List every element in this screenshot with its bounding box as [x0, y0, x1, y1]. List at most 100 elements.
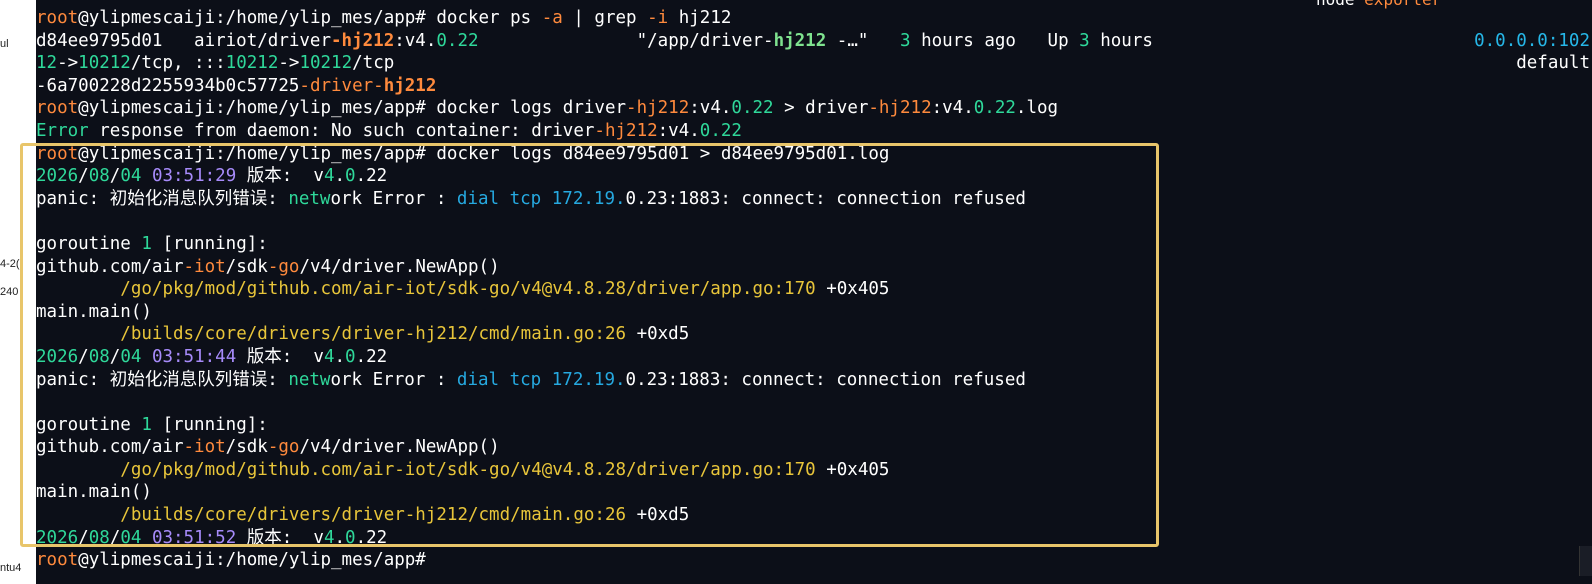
scrollbar[interactable]: [1579, 546, 1592, 576]
line-segment: :v4.: [394, 30, 437, 51]
terminal-line: goroutine 1 [running]:: [36, 414, 1592, 437]
line-segment: ork Error :: [330, 188, 457, 209]
terminal-line: github.com/air-iot/sdk-go/v4/driver.NewA…: [36, 256, 1592, 279]
line-segment: -iot: [183, 256, 226, 277]
line-segment: -iot: [183, 437, 226, 458]
line-segment: +0xd5: [626, 324, 690, 345]
line-segment: 版本: v: [236, 166, 324, 187]
line-segment: .log: [1015, 98, 1059, 119]
line-segment: [running]:: [151, 414, 268, 435]
background-window-strip: ul 4-2( 240 ntu4: [0, 0, 36, 584]
line-segment: [141, 528, 152, 548]
line-segment: /v4/driver.NewApp(): [299, 437, 500, 458]
line-segment: 03:51:52: [151, 527, 237, 548]
line-segment: /: [78, 527, 89, 548]
line-segment: 0.0.0.0:102: [1474, 30, 1590, 51]
line-segment: hj212: [383, 75, 437, 96]
terminal-line: 2026/08/04 03:51:44 版本: v4.0.22: [36, 346, 1592, 369]
line-segment: goroutine: [36, 414, 142, 435]
line-segment: 0: [345, 346, 356, 367]
line-segment: root: [36, 98, 79, 119]
line-segment: 1: [141, 233, 152, 254]
line-segment: ->: [278, 53, 300, 74]
terminal-line: github.com/air-iot/sdk-go/v4/driver.NewA…: [36, 436, 1592, 459]
line-segment: @ylipmescaiji:/home/ylip_mes/app# docker…: [78, 143, 890, 164]
line-segment: netw: [288, 188, 331, 209]
line-segment: hj212: [668, 8, 732, 28]
line-segment: /tcp, :::: [130, 53, 226, 74]
line-segment: -hj212: [868, 98, 932, 119]
line-segment: @ylipmescaiji:/home/ylip_mes/app# docker…: [78, 8, 542, 28]
terminal-line: panic: 初始化消息队列错误: network Error : dial t…: [36, 188, 1592, 211]
line-segment: [running]:: [151, 233, 268, 254]
line-right-text: default: [1516, 52, 1590, 75]
line-segment: -driver-: [299, 75, 384, 96]
line-segment: 3: [900, 30, 911, 51]
terminal-line: /go/pkg/mod/github.com/air-iot/sdk-go/v4…: [36, 278, 1592, 301]
line-segment: -…": [826, 30, 901, 51]
line-segment: /go/pkg/mod/github.com/air-iot/sdk-go/v4…: [120, 459, 816, 480]
line-segment: 04: [120, 166, 142, 187]
terminal-line: goroutine 1 [running]:: [36, 233, 1592, 256]
line-segment: 0.22: [436, 30, 479, 51]
terminal-line: root@ylipmescaiji:/home/ylip_mes/app# do…: [36, 143, 1592, 166]
line-segment: 4: [323, 166, 335, 187]
side-label: ul: [0, 38, 9, 50]
line-segment: -a: [541, 8, 563, 28]
line-segment: 12: [36, 53, 58, 74]
terminal-line: -6a700228d2255934b0c57725-driver-hj212: [36, 75, 1592, 98]
line-segment: +0xd5: [626, 505, 690, 526]
line-segment: 2026: [36, 166, 79, 187]
line-segment: goroutine: [36, 233, 142, 254]
line-segment: :v4.: [657, 120, 700, 141]
terminal-output[interactable]: root @ylipmescaiji:/home/ylip_mes/app# do…: [36, 7, 1592, 572]
line-segment: -i: [647, 8, 669, 28]
line-segment: @ylipmescaiji:/home/ylip_mes/app#: [78, 550, 437, 571]
terminal-line: root@ylipmescaiji:/home/ylip_mes/app# do…: [36, 97, 1592, 120]
line-segment: .22: [355, 346, 388, 367]
line-segment: /: [109, 346, 121, 367]
line-segment: 03:51:44: [151, 346, 237, 367]
line-segment: Error: [36, 120, 89, 141]
terminal-line: root@ylipmescaiji:/home/ylip_mes/app#: [36, 549, 1592, 572]
line-segment: .22: [355, 166, 388, 187]
line-segment: d84ee9795d01 airiot/driver: [36, 30, 332, 51]
terminal-line: main.main(): [36, 301, 1592, 324]
line-segment: panic: 初始化消息队列错误:: [36, 188, 289, 209]
side-label: 4-2(: [0, 258, 20, 270]
line-segment: .: [334, 346, 346, 367]
line-segment: 1: [141, 414, 152, 435]
line-segment: netw: [288, 369, 331, 390]
line-segment: [541, 189, 552, 209]
line-segment: [541, 370, 552, 390]
line-segment: -hj212: [594, 120, 658, 141]
terminal-line: /go/pkg/mod/github.com/air-iot/sdk-go/v4…: [36, 459, 1592, 482]
line-segment: dial tcp: [456, 369, 542, 390]
line-segment: :v4.: [931, 98, 974, 119]
line-segment: 2026: [36, 527, 79, 548]
line-segment: [141, 347, 152, 367]
line-segment: main.main(): [36, 301, 152, 322]
line-segment: +0x405: [815, 459, 890, 480]
line-segment: /: [78, 166, 89, 187]
line-segment: 10212: [225, 53, 279, 74]
line-segment: [36, 505, 120, 525]
line-segment: 0: [345, 166, 356, 187]
line-segment: 0.23:1883: connect: connection refused: [625, 369, 1026, 390]
terminal-window[interactable]: node exporter root@ylipmescaiji:/home/yl…: [36, 0, 1592, 584]
line-segment: 2026: [36, 346, 79, 367]
line-segment: -go: [267, 256, 300, 277]
line-segment: > driver: [773, 98, 869, 119]
line-segment: /go/pkg/mod/github.com/air-iot/sdk-go/v4…: [120, 279, 816, 300]
side-label: ntu4: [0, 562, 22, 574]
line-segment: 10212: [78, 53, 131, 74]
line-segment: response from daemon: No such container:…: [88, 120, 595, 141]
terminal-line: root@ylipmescaiji:/home/ylip_mes/app# do…: [36, 7, 1592, 30]
line-segment: ork Error :: [330, 369, 457, 390]
terminal-line: 2026/08/04 03:51:29 版本: v4.0.22: [36, 165, 1592, 188]
line-segment: /sdk: [225, 437, 268, 458]
line-segment: -go: [267, 437, 300, 458]
line-segment: github.com/air: [36, 437, 184, 458]
